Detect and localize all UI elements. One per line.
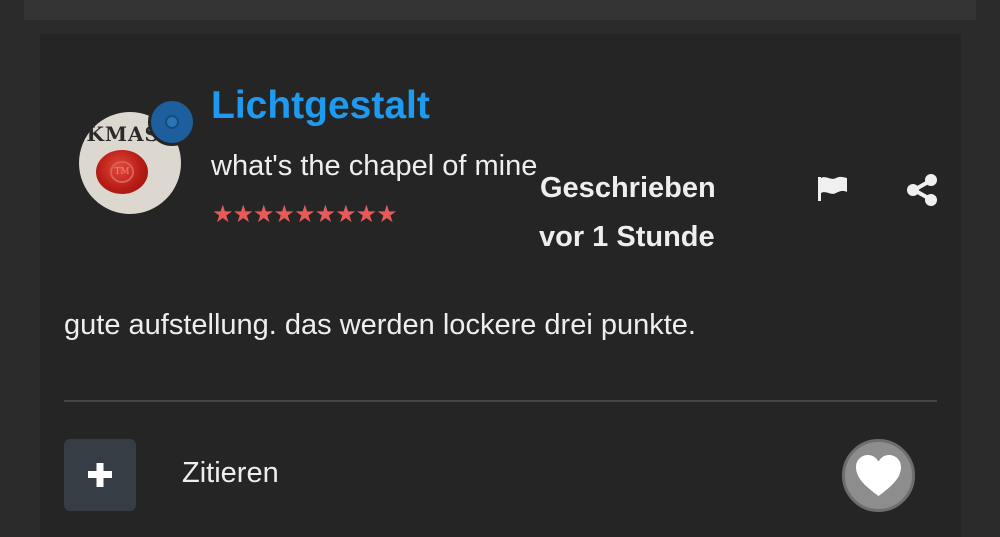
online-status-badge (148, 98, 196, 146)
status-dot-icon (165, 115, 179, 129)
author-title: what's the chapel of mine (211, 150, 538, 182)
wax-seal-text: TM (110, 161, 134, 183)
heart-icon (856, 455, 901, 496)
plus-icon (88, 463, 112, 487)
report-button[interactable] (812, 170, 852, 210)
multiquote-button[interactable] (64, 439, 136, 511)
post-divider (64, 400, 937, 402)
like-button[interactable] (842, 439, 915, 512)
flag-icon (818, 176, 847, 201)
post-time-link[interactable]: vor 1 Stunde (539, 221, 715, 254)
author-rank-stars: ★★★★★★★★★ (212, 201, 398, 228)
forum-page: SKMAS TM Lichtgestalt what's the chapel … (0, 0, 1000, 537)
post-body-text: gute aufstellung. das werden lockere dre… (64, 309, 696, 341)
author-name-link[interactable]: Lichtgestalt (211, 84, 430, 128)
post-written-label: Geschrieben (540, 172, 716, 204)
wax-seal-image: TM (96, 150, 148, 194)
quote-button[interactable]: Zitieren (182, 457, 279, 490)
previous-post-edge (24, 0, 976, 20)
share-icon (907, 174, 937, 206)
share-button[interactable] (902, 170, 942, 210)
